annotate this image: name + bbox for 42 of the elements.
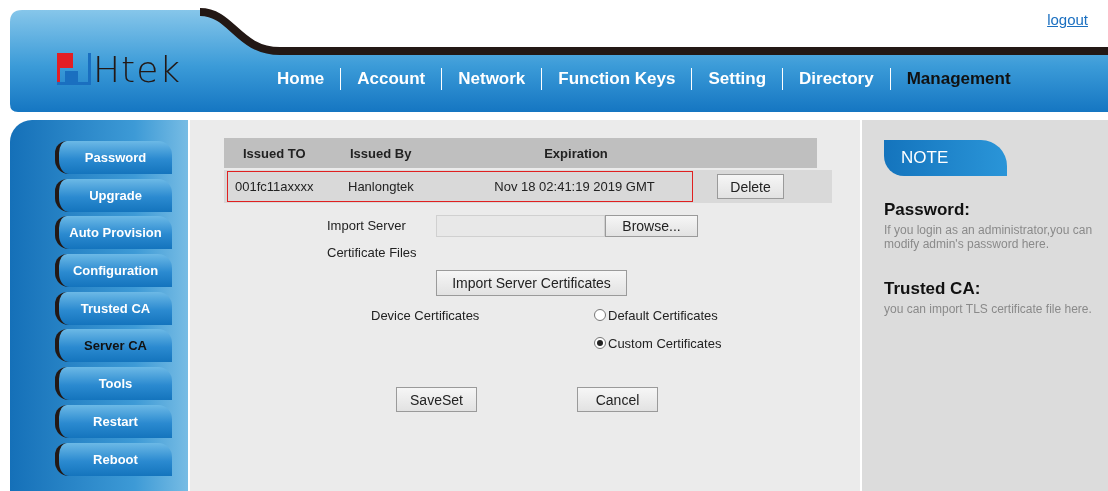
sidebar-item[interactable]: Reboot (55, 442, 172, 476)
sidebar-item[interactable]: Upgrade (55, 178, 172, 212)
column-header: Issued TO (242, 145, 307, 161)
sidebar-item[interactable]: Restart (55, 404, 172, 438)
radio-button[interactable] (594, 337, 606, 349)
note-title: NOTE (884, 140, 1007, 176)
column-header: Expiration (543, 145, 609, 161)
logout-link[interactable]: logout (1047, 11, 1088, 28)
sidebar-item[interactable]: Configuration (55, 254, 172, 288)
field-label: Device Certificates (371, 307, 481, 325)
note-heading: Password: (884, 200, 971, 220)
sidebar-item[interactable]: Trusted CA (55, 291, 172, 325)
action-button[interactable]: SaveSet (396, 387, 477, 412)
radio-label[interactable]: Custom Certificates (608, 335, 722, 351)
file-path-field[interactable] (436, 215, 605, 237)
sidebar-item[interactable]: Password (55, 141, 172, 174)
note-text: you can import TLS certificate file here. (884, 302, 1093, 316)
field-label: Import Server Certificate Files (327, 217, 418, 262)
sidebar-item[interactable]: Tools (55, 367, 172, 401)
sidebar-item[interactable]: Auto Provision (55, 216, 172, 250)
nav-tab[interactable]: Management (906, 69, 1011, 89)
browse-button[interactable]: Browse... (605, 215, 698, 237)
logo-text: Htek (93, 48, 182, 90)
action-button[interactable]: Cancel (577, 387, 658, 412)
note-heading: Trusted CA: (884, 279, 982, 299)
nav-tab[interactable]: Home (277, 69, 325, 89)
sidebar-item[interactable]: Server CA (55, 329, 172, 363)
nav-tab[interactable]: Setting (708, 69, 767, 89)
logo-icon (57, 53, 91, 85)
radio-button[interactable] (594, 309, 606, 321)
table-cell-text: Hanlongtek (347, 179, 415, 194)
nav-tab[interactable]: Function Keys (558, 69, 676, 89)
delete-button[interactable]: Delete (717, 174, 784, 199)
nav-tab[interactable]: Account (357, 69, 426, 89)
nav-tab[interactable]: Network (458, 69, 526, 89)
table-cell-text: Nov 18 02:41:19 2019 GMT (493, 179, 656, 194)
column-header: Issued By (349, 145, 413, 161)
note-text: If you login as an administrator,you can modify admin's password here. (884, 223, 1094, 251)
nav-tab[interactable]: Directory (799, 69, 874, 89)
import-button[interactable]: Import Server Certificates (436, 270, 627, 296)
table-cell-text: 001fc11axxxx (234, 179, 315, 194)
radio-label[interactable]: Default Certificates (608, 307, 718, 323)
